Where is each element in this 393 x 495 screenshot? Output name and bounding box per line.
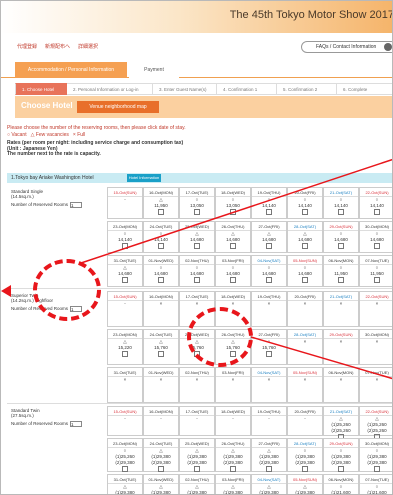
annotation-arrows — [1, 158, 392, 380]
annotation-line — [80, 158, 392, 264]
annotation-arrowhead — [1, 285, 11, 297]
annotation-line — [250, 336, 392, 380]
page-frame: The 45th Tokyo Motor Show 2017 代理登録 新規配布… — [0, 0, 393, 495]
